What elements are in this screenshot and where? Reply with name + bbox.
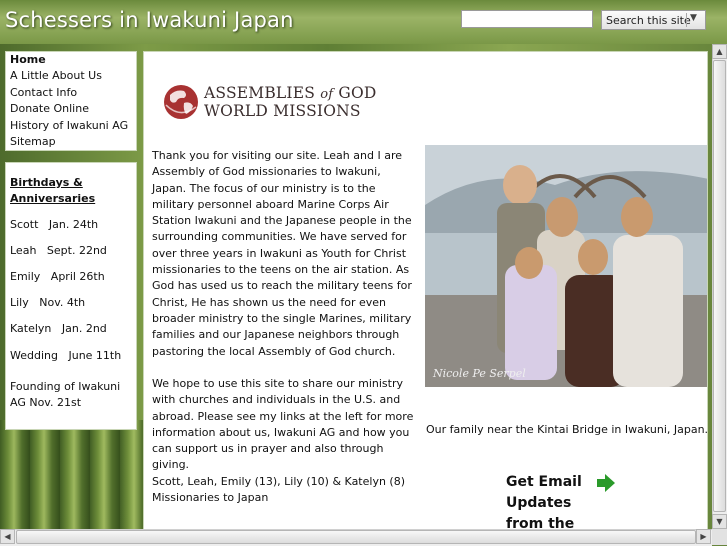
founding-date: Founding of Iwakuni AG Nov. 21st — [10, 380, 121, 409]
birthdays-heading[interactable]: Birthdays & Anniversaries — [10, 175, 120, 207]
nav-item-home[interactable]: Home — [6, 52, 136, 68]
scroll-down-button[interactable]: ▼ — [712, 514, 727, 529]
date-item: Scott Jan. 24th — [10, 218, 98, 231]
email-updates-link[interactable]: Get Email Updates from the — [506, 472, 596, 535]
date-value: Jan. 24th — [48, 218, 99, 231]
date-name: Scott — [10, 218, 39, 231]
search-button-separator — [686, 13, 687, 27]
date-name: Lily — [10, 296, 29, 309]
date-value: Nov. 4th — [39, 296, 86, 309]
nav-item-contact[interactable]: Contact Info — [6, 85, 136, 101]
scrollbar-corner — [712, 529, 727, 545]
family-photo: Nicole Pe Serpel — [425, 145, 707, 387]
date-value: Sept. 22nd — [46, 244, 107, 257]
logo-word-assemblies: ASSEMBLIES — [204, 84, 316, 102]
logo-line-1: ASSEMBLIES of GOD — [204, 84, 377, 102]
signature-title: Missionaries to Japan — [152, 491, 269, 505]
arrow-right-icon[interactable] — [596, 473, 616, 493]
scroll-right-button[interactable]: ▶ — [696, 529, 711, 544]
logo-word-of: of — [320, 87, 334, 102]
horizontal-scroll-thumb[interactable] — [16, 530, 696, 544]
date-item: Wedding June 11th — [10, 349, 121, 362]
date-value: Jan. 2nd — [61, 322, 107, 335]
main-content: ASSEMBLIES of GOD WORLD MISSIONS Thank y… — [143, 51, 708, 538]
search-button[interactable]: Search this site ▼ — [601, 10, 706, 30]
signature: Scott, Leah, Emily (13), Lily (10) & Kat… — [152, 474, 417, 507]
ag-world-missions-logo: ASSEMBLIES of GOD WORLD MISSIONS — [162, 82, 376, 122]
date-item: Lily Nov. 4th — [10, 296, 85, 309]
globe-icon — [164, 85, 198, 119]
site-title[interactable]: Schessers in Iwakuni Japan — [5, 8, 294, 32]
sidebar-nav: Home A Little About Us Contact Info Dona… — [5, 51, 137, 151]
family-photo-illustration: Nicole Pe Serpel — [425, 145, 707, 387]
nav-item-sitemap[interactable]: Sitemap — [6, 134, 136, 150]
photo-caption: Our family near the Kintai Bridge in Iwa… — [426, 423, 708, 436]
birthdays-panel: Birthdays & Anniversaries Scott Jan. 24t… — [5, 162, 137, 430]
scroll-up-button[interactable]: ▲ — [712, 44, 727, 59]
date-item: Emily April 26th — [10, 270, 105, 283]
search-button-label: Search this site — [606, 14, 691, 27]
search-input[interactable] — [461, 10, 593, 28]
nav-item-about[interactable]: A Little About Us — [6, 68, 136, 84]
date-value: June 11th — [68, 349, 122, 362]
scroll-left-button[interactable]: ◀ — [0, 529, 15, 544]
support-paragraph: We hope to use this site to share our mi… — [152, 377, 414, 472]
date-name: Leah — [10, 244, 37, 257]
signature-names: Scott, Leah, Emily (13), Lily (10) & Kat… — [152, 475, 405, 488]
bamboo-background — [0, 420, 143, 536]
nav-item-donate[interactable]: Donate Online — [6, 101, 136, 117]
date-name: Wedding — [10, 349, 58, 362]
intro-paragraph: Thank you for visiting our site. Leah an… — [152, 149, 412, 358]
date-name: Katelyn — [10, 322, 52, 335]
logo-line-2: WORLD MISSIONS — [204, 102, 361, 120]
logo-word-god: GOD — [338, 84, 377, 102]
date-item: Leah Sept. 22nd — [10, 244, 107, 257]
nav-item-history[interactable]: History of Iwakuni AG — [6, 118, 136, 134]
photo-watermark: Nicole Pe Serpel — [432, 367, 526, 380]
chevron-down-icon[interactable]: ▼ — [690, 13, 697, 23]
vertical-scroll-thumb[interactable] — [713, 60, 726, 512]
date-item: Katelyn Jan. 2nd — [10, 322, 107, 335]
date-value: April 26th — [50, 270, 105, 283]
date-name: Emily — [10, 270, 41, 283]
